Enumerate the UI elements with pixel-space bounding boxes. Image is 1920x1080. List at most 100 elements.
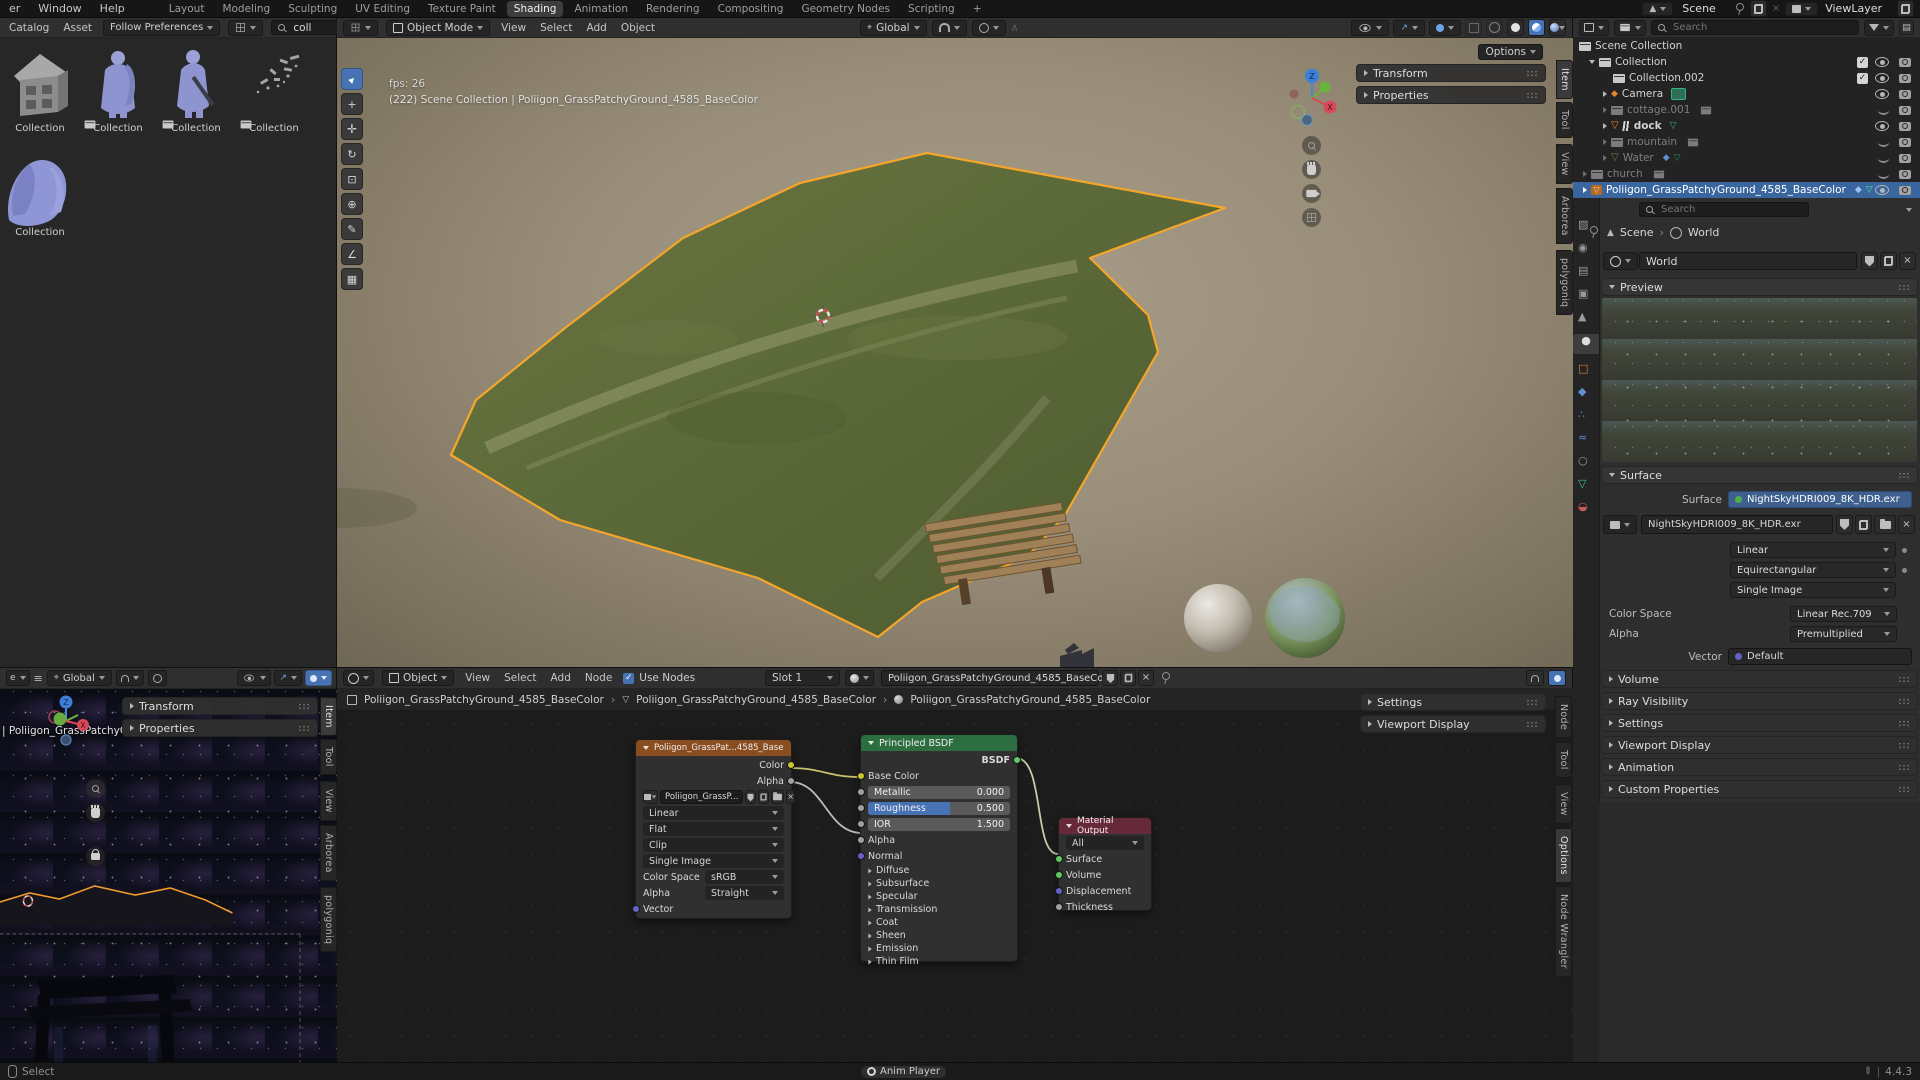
- outliner-search-input[interactable]: [1671, 21, 1765, 34]
- asset-item-cottage-collection[interactable]: Collection: [2, 46, 78, 150]
- render-toggle-camera-icon[interactable]: [1899, 170, 1911, 179]
- tab-object[interactable]: □: [1578, 362, 1588, 375]
- exclude-checkbox[interactable]: ✓: [1857, 73, 1868, 84]
- bsdf-panel-specular[interactable]: Specular: [868, 891, 1010, 902]
- tab-modifiers[interactable]: ◆: [1578, 385, 1586, 398]
- vector-input-socket[interactable]: [632, 905, 640, 913]
- bsdf-panel-subsurface[interactable]: Subsurface: [868, 878, 1010, 889]
- sidebar-tab-tool[interactable]: Tool: [320, 739, 337, 775]
- menu-help[interactable]: Help: [97, 2, 128, 15]
- expand-chevron-icon[interactable]: [1603, 91, 1607, 97]
- expand-chevron-icon[interactable]: [1583, 187, 1587, 193]
- interpolation-dropdown[interactable]: Linear: [643, 806, 784, 820]
- outliner-row-mountain[interactable]: mountain: [1573, 134, 1920, 150]
- color-space-dropdown[interactable]: sRGB: [705, 870, 784, 884]
- tool-move[interactable]: ✛: [341, 118, 363, 140]
- target-dropdown[interactable]: All: [1066, 836, 1144, 850]
- node-material-output[interactable]: Material Output All Surface Volume Displ…: [1058, 817, 1152, 911]
- sidebar-tab-node[interactable]: Node: [1555, 696, 1572, 738]
- scene-unlink-icon[interactable]: ×: [1772, 4, 1780, 14]
- sidebar-tab-view[interactable]: View: [320, 781, 337, 821]
- npanel-transform[interactable]: Transform: [122, 697, 318, 715]
- outliner-scene-dropdown[interactable]: [1614, 20, 1646, 36]
- ior-slider[interactable]: IOR1.500: [868, 818, 1010, 831]
- expand-chevron-icon[interactable]: [1603, 139, 1607, 145]
- matcap-sphere-gray[interactable]: [1184, 584, 1252, 652]
- sidebar-tab-item[interactable]: Item: [1556, 60, 1573, 99]
- material-copy-button[interactable]: [1120, 670, 1136, 686]
- sidebar-tab-tool[interactable]: Tool: [1555, 742, 1572, 778]
- volume-panel-header[interactable]: Volume: [1601, 670, 1918, 688]
- new-collection-button[interactable]: ▤: [1899, 20, 1914, 35]
- material-browse-dropdown[interactable]: [845, 670, 874, 686]
- viewlayer-name[interactable]: ViewLayer: [1823, 2, 1892, 15]
- tool-cursor[interactable]: +: [341, 93, 363, 115]
- animate-dot-icon[interactable]: [1902, 548, 1907, 553]
- workspace-tab-rendering[interactable]: Rendering: [639, 1, 707, 17]
- projection-dropdown[interactable]: Equirectangular: [1730, 562, 1896, 578]
- render-toggle-camera-icon[interactable]: [1899, 74, 1911, 83]
- mode-dropdown[interactable]: Object Mode: [386, 20, 490, 36]
- sidebar-tab-polygoniq[interactable]: polygoniq: [1556, 250, 1573, 315]
- breadcrumb-scene[interactable]: Scene: [1620, 226, 1654, 239]
- xray-toggle[interactable]: [1465, 19, 1482, 36]
- tool-select-box[interactable]: ▸: [341, 68, 363, 90]
- bsdf-panel-sheen[interactable]: Sheen: [868, 930, 1010, 941]
- bsdf-panel-diffuse[interactable]: Diffuse: [868, 865, 1010, 876]
- render-toggle-camera-icon[interactable]: [1899, 138, 1911, 147]
- roughness-input-socket[interactable]: [857, 804, 865, 812]
- hidden-eye-icon[interactable]: [1878, 106, 1889, 115]
- zoom-button[interactable]: [1302, 136, 1321, 155]
- outliner-row-collection[interactable]: Collection ✓: [1573, 54, 1920, 70]
- workspace-tab-texture-paint[interactable]: Texture Paint: [421, 1, 503, 17]
- unlink-world-button[interactable]: ×: [1899, 252, 1916, 270]
- preview-panel-header[interactable]: Preview: [1601, 278, 1918, 296]
- catalog-menu[interactable]: Catalog: [6, 22, 52, 34]
- npanel-properties[interactable]: Properties: [122, 719, 318, 737]
- menu-window[interactable]: Window: [35, 2, 84, 15]
- image-browse-dropdown[interactable]: [1603, 515, 1637, 534]
- tab-material[interactable]: ◒: [1578, 500, 1588, 513]
- tab-constraints[interactable]: ○: [1578, 454, 1588, 467]
- alpha-dropdown[interactable]: Premultiplied: [1790, 626, 1897, 642]
- asset-item-knight-sword-collection[interactable]: Collection: [158, 46, 234, 150]
- viewport-display-panel-header[interactable]: Viewport Display: [1601, 736, 1918, 754]
- asset-source-dropdown[interactable]: Follow Preferences: [103, 20, 220, 36]
- world-browse-dropdown[interactable]: [1603, 252, 1638, 270]
- pin-icon[interactable]: [1589, 226, 1599, 238]
- source-dropdown[interactable]: Single Image: [643, 854, 784, 868]
- node-menu[interactable]: Node: [582, 672, 615, 684]
- image-unlink-button[interactable]: ×: [1898, 515, 1915, 534]
- tab-physics[interactable]: ≈: [1578, 431, 1587, 444]
- breadcrumb-mesh[interactable]: Poliigon_GrassPatchyGround_4585_BaseColo…: [636, 694, 876, 706]
- tab-tool[interactable]: ▧: [1578, 218, 1588, 231]
- hide-toggle-eye-icon[interactable]: [1875, 121, 1889, 131]
- gizmos-dropdown[interactable]: ↗: [1393, 20, 1425, 36]
- bsdf-panel-thin-film[interactable]: Thin Film: [868, 956, 1010, 967]
- breadcrumb-world[interactable]: World: [1688, 226, 1720, 239]
- open-image-button[interactable]: [771, 790, 784, 804]
- viewport-canvas[interactable]: fps: 26 (222) Scene Collection | Poliigo…: [337, 38, 1573, 667]
- slot-dropdown[interactable]: Slot 1: [765, 670, 840, 686]
- workspace-tab-sculpting[interactable]: Sculpting: [281, 1, 344, 17]
- sidebar-tab-polygoniq[interactable]: polygoniq: [320, 887, 337, 952]
- bsdf-panel-transmission[interactable]: Transmission: [868, 904, 1010, 915]
- normal-input-socket[interactable]: [857, 852, 865, 860]
- outliner-search-field[interactable]: [1651, 20, 1859, 35]
- image-datablock-field[interactable]: Poliigon_GrassP...: [660, 790, 743, 804]
- tool-rotate[interactable]: ↻: [341, 143, 363, 165]
- snap-dropdown[interactable]: [116, 670, 144, 686]
- add-menu[interactable]: Add: [583, 22, 609, 34]
- thickness-input-socket[interactable]: [1055, 903, 1063, 911]
- add-menu[interactable]: Add: [548, 672, 574, 684]
- outliner-row-water[interactable]: ▽ Water ◆ ▽: [1573, 150, 1920, 166]
- navigation-gizmo[interactable]: Z X: [1286, 66, 1342, 130]
- transform-orientation-dropdown[interactable]: ⌖ Global: [860, 20, 927, 36]
- scene-datablock-selector[interactable]: ▲: [1642, 2, 1673, 16]
- breadcrumb-object[interactable]: Poliigon_GrassPatchyGround_4585_BaseColo…: [364, 694, 604, 706]
- view-menu[interactable]: View: [462, 672, 493, 684]
- ray-visibility-panel-header[interactable]: Ray Visibility: [1601, 692, 1918, 710]
- render-toggle-camera-icon[interactable]: [1899, 186, 1911, 195]
- collapse-chevron-icon[interactable]: [643, 746, 649, 750]
- transform-orientation-dropdown[interactable]: ⌖ Global: [47, 670, 112, 686]
